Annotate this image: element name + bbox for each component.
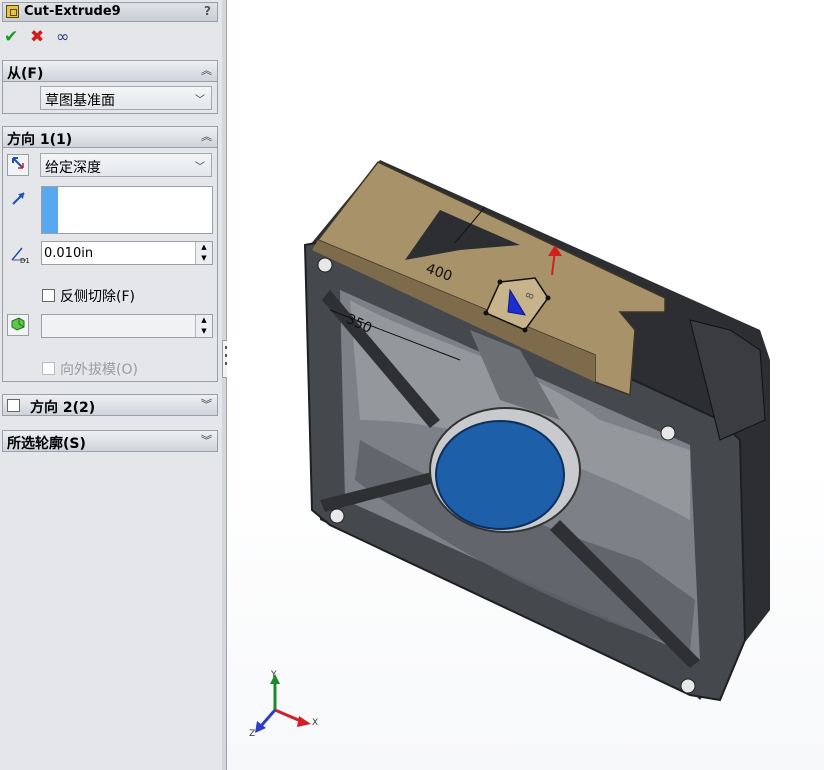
from-start-condition-select[interactable]: 草图基准面 ﹀ — [40, 86, 212, 110]
cut-extrude-icon — [6, 5, 19, 18]
direction1-section-header[interactable]: 方向 1(1) ︽ — [2, 126, 218, 148]
reference-triad: Y X Z — [249, 670, 318, 739]
direction-vector-selection-box[interactable] — [41, 186, 213, 234]
z-axis-label: Z — [249, 729, 255, 739]
contours-section-header[interactable]: 所选轮廓(S) ︾ — [2, 430, 218, 452]
from-section-header[interactable]: 从(F) ︽ — [2, 60, 218, 82]
property-manager: Cut-Extrude9 ? ✔ ✖ ∞ 从(F) ︽ 草图基准面 ﹀ 方向 1… — [0, 0, 223, 770]
collapse-chevron-icon[interactable]: ︽ — [201, 128, 212, 144]
direction1-section-label: 方向 1(1) — [7, 132, 73, 148]
depth-value: 0.010in — [44, 246, 94, 261]
feature-title: Cut-Extrude9 — [24, 4, 121, 19]
feature-title-bar: Cut-Extrude9 ? — [2, 2, 218, 22]
mount-hole — [317, 257, 333, 273]
draft-angle-spinbox[interactable]: ▲ ▼ — [41, 314, 213, 338]
help-icon[interactable]: ? — [204, 4, 211, 18]
reverse-direction-icon[interactable] — [7, 154, 29, 176]
selection-active-indicator — [42, 187, 58, 233]
flip-side-label: 反侧切除(F) — [60, 289, 135, 305]
end-condition-select[interactable]: 给定深度 ﹀ — [40, 153, 212, 177]
direction2-checkbox[interactable] — [7, 399, 20, 412]
mount-hole — [329, 508, 345, 524]
detailed-preview-icon[interactable]: ∞ — [56, 26, 69, 48]
expand-chevron-icon[interactable]: ︾ — [201, 432, 212, 448]
contours-section-label: 所选轮廓(S) — [7, 436, 86, 452]
mount-hole — [680, 678, 696, 694]
chevron-down-icon: ﹀ — [195, 95, 205, 106]
svg-text:D1: D1 — [20, 257, 30, 264]
depth-spinbox[interactable]: 0.010in ▲ ▼ — [41, 241, 213, 265]
direction2-section-label: 方向 2(2) — [30, 400, 96, 416]
mount-hole — [660, 425, 676, 441]
spin-arrows-icon[interactable]: ▲ ▼ — [195, 315, 212, 337]
spin-arrows-icon[interactable]: ▲ ▼ — [195, 242, 212, 264]
draft-toggle-icon[interactable] — [7, 314, 29, 336]
fan-model[interactable]: 400 350 8 — [227, 0, 824, 770]
x-axis-label: X — [312, 718, 318, 728]
from-section-label: 从(F) — [7, 66, 44, 82]
y-axis-label: Y — [270, 670, 277, 680]
fan-hub-face — [435, 420, 565, 530]
graphics-viewport[interactable]: 400 350 8 — [227, 0, 824, 770]
cancel-x-icon[interactable]: ✖ — [30, 26, 44, 48]
expand-chevron-icon[interactable]: ︾ — [201, 396, 212, 412]
draft-outward-label: 向外拔模(O) — [60, 362, 138, 378]
from-start-condition-value: 草图基准面 — [45, 93, 115, 109]
flip-side-checkbox[interactable] — [42, 289, 55, 302]
z-axis-arrow — [259, 709, 277, 727]
end-condition-value: 给定深度 — [45, 160, 101, 176]
depth-dimension-icon: D1 — [8, 244, 34, 268]
collapse-chevron-icon[interactable]: ︽ — [201, 62, 212, 78]
action-bar: ✔ ✖ ∞ — [2, 26, 218, 48]
direction1-section-body: 给定深度 ﹀ D1 0.010in ▲ ▼ 反侧切除(F) ▲ ▼ 向外拔模(O) — [2, 148, 218, 382]
ok-check-icon[interactable]: ✔ — [4, 26, 18, 48]
direction2-section-header[interactable]: 方向 2(2) ︾ — [2, 394, 218, 416]
draft-outward-checkbox[interactable] — [42, 362, 55, 375]
direction-vector-icon — [11, 190, 27, 210]
chevron-down-icon: ﹀ — [195, 162, 205, 173]
from-section-body: 草图基准面 ﹀ — [2, 82, 218, 114]
